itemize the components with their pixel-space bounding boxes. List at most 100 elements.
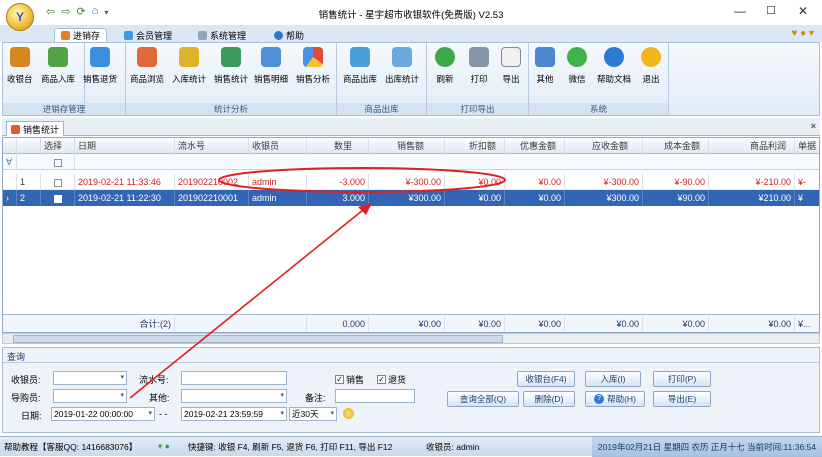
row-checkbox[interactable] <box>53 194 62 203</box>
other-select[interactable]: ▾ <box>181 389 287 403</box>
guide-select[interactable]: ▾ <box>53 389 127 403</box>
export-e-button[interactable]: 导出(E) <box>653 391 711 407</box>
table-row[interactable]: 1 2019-02-21 11:33:46 201902210002 admin… <box>3 174 819 190</box>
cashier-select[interactable]: ▾ <box>53 371 127 385</box>
tab-sales-statistics[interactable]: 销售统计 <box>6 121 65 136</box>
delete-button[interactable]: 删除(D) <box>523 391 575 407</box>
cell-sales: ¥300.00 <box>369 190 445 206</box>
cell-quantity: -3.000 <box>307 174 369 190</box>
sun-icon[interactable] <box>343 408 354 419</box>
cashier-f4-button[interactable]: 收银台(F4) <box>517 371 575 387</box>
outbound-stats-button[interactable]: 出库统计 <box>385 47 419 85</box>
col-cost[interactable]: 成本金额 <box>643 138 709 154</box>
stock-in-button[interactable]: 商品入库 <box>41 47 75 85</box>
other-button[interactable]: 其他 <box>535 47 555 85</box>
exit-button[interactable]: 退出 <box>641 47 661 85</box>
help-tab-icon <box>274 30 283 40</box>
stock-in-icon <box>48 47 68 67</box>
stock-in-stats-button[interactable]: 入库统计 <box>172 47 206 85</box>
wechat-button[interactable]: 微信 <box>567 47 587 85</box>
cell-discount: ¥0.00 <box>445 190 505 206</box>
return-checkbox[interactable]: ✓ 退货 <box>377 373 406 386</box>
title-bar: Y ⇦ ⇨ ⟳ ⌂ ▾ 销售统计 - 星宇超市收银软件(免费版) V2.53 —… <box>0 0 822 31</box>
sales-analysis-button[interactable]: 销售分析 <box>296 47 330 85</box>
sales-detail-button[interactable]: 销售明细 <box>254 47 288 85</box>
remark-input[interactable] <box>335 389 415 403</box>
serial-input[interactable] <box>181 371 287 385</box>
help-doc-button[interactable]: 帮助文档 <box>597 47 631 85</box>
export-button[interactable]: 导出 <box>501 47 521 85</box>
sales-return-button[interactable]: 销售退货 <box>83 47 117 85</box>
scrollbar-thumb[interactable] <box>13 335 503 343</box>
col-discount[interactable]: 折扣额 <box>445 138 505 154</box>
col-sales[interactable]: 销售额 <box>369 138 445 154</box>
refresh-button[interactable]: 刷新 <box>435 47 455 85</box>
cell-sales: ¥-300.00 <box>369 174 445 190</box>
horizontal-scrollbar[interactable] <box>2 333 820 344</box>
help-tutorial-link[interactable]: 帮助教程【客服QQ: 1416683076】 <box>4 441 137 453</box>
outbound-button[interactable]: 商品出库 <box>343 47 377 85</box>
date-from-input[interactable]: 2019-01-22 00:00:00 ▾ <box>51 407 155 421</box>
sales-stats-button[interactable]: 销售统计 <box>214 47 248 85</box>
app-orb-button[interactable]: Y <box>6 3 34 31</box>
maximize-icon[interactable]: ☐ <box>766 4 776 17</box>
chevron-down-icon: ▾ <box>280 392 284 399</box>
chevron-down-icon: ▾ <box>148 410 152 417</box>
sales-checkbox[interactable]: ✓ 销售 <box>335 373 364 386</box>
sales-statistics-icon <box>11 124 20 134</box>
wechat-icon <box>567 47 587 67</box>
print-button[interactable]: 打印 <box>469 47 489 85</box>
col-document[interactable]: 单据 <box>795 138 819 154</box>
filter-select-all[interactable] <box>41 154 75 170</box>
ribbon-options-icon[interactable]: ♥ ● ▾ <box>791 28 814 39</box>
cell-serial: 201902210001 <box>175 190 249 206</box>
help-icon <box>604 47 624 67</box>
cell-document: ¥ <box>795 190 819 206</box>
members-tab-icon <box>124 30 133 40</box>
minimize-icon[interactable]: — <box>734 4 746 18</box>
table-row-selected[interactable]: › 2 2019-02-21 11:22:30 201902210001 adm… <box>3 190 819 206</box>
date-to-input[interactable]: 2019-02-21 23:59:59 ▾ <box>181 407 287 421</box>
select-all-checkbox[interactable] <box>53 158 62 167</box>
col-select[interactable]: 选择 <box>41 138 75 154</box>
group-label: 打印导出 <box>427 103 528 115</box>
col-profit[interactable]: 商品利润 <box>709 138 795 154</box>
tab-help[interactable]: 帮助 <box>268 28 310 42</box>
status-dropdown-icon[interactable]: ▾ ● <box>158 441 170 452</box>
cell-discount: ¥0.00 <box>445 174 505 190</box>
col-receivable[interactable]: 应收金额 <box>565 138 643 154</box>
filter-icon[interactable]: ∀ <box>3 154 17 170</box>
tab-system[interactable]: 系统管理 <box>192 28 252 42</box>
total-receivable: ¥0.00 <box>565 315 643 332</box>
row-checkbox[interactable] <box>53 178 62 187</box>
header-row-number <box>17 138 41 154</box>
close-tab-icon[interactable]: × <box>811 121 816 131</box>
col-serial[interactable]: 流水号 <box>175 138 249 154</box>
cell-serial: 201902210002 <box>175 174 249 190</box>
cell-date: 2019-02-21 11:33:46 <box>75 174 175 190</box>
col-promo[interactable]: 优惠金额 <box>505 138 565 154</box>
date-range-select[interactable]: 近30天 ▾ <box>289 407 337 421</box>
cashier-button[interactable]: 收银台 <box>7 47 33 85</box>
col-cashier[interactable]: 收银员 <box>249 138 307 154</box>
col-quantity[interactable]: 数里 <box>307 138 369 154</box>
row-number: 2 <box>17 190 41 206</box>
total-cost: ¥0.00 <box>643 315 709 332</box>
export-icon <box>501 47 521 67</box>
tab-members[interactable]: 会员管理 <box>118 28 178 42</box>
close-icon[interactable]: ✕ <box>798 4 808 18</box>
other-label: 其他: <box>149 393 170 403</box>
sales-return-icon <box>90 47 110 67</box>
cell-document: ¥- <box>795 174 819 190</box>
browse-products-button[interactable]: 商品浏览 <box>130 47 164 85</box>
current-row-indicator: › <box>3 190 17 206</box>
col-date[interactable]: 日期 <box>75 138 175 154</box>
tab-inventory[interactable]: 进销存 <box>54 28 108 42</box>
help-h-button[interactable]: ? 帮助(H) <box>585 391 645 407</box>
check-icon: ✓ <box>335 375 344 384</box>
refresh-icon <box>435 47 455 67</box>
total-sales: ¥0.00 <box>369 315 445 332</box>
query-all-button[interactable]: 查询全部(Q) <box>447 391 519 407</box>
print-p-button[interactable]: 打印(P) <box>653 371 711 387</box>
stock-in-i-button[interactable]: 入库(I) <box>585 371 641 387</box>
